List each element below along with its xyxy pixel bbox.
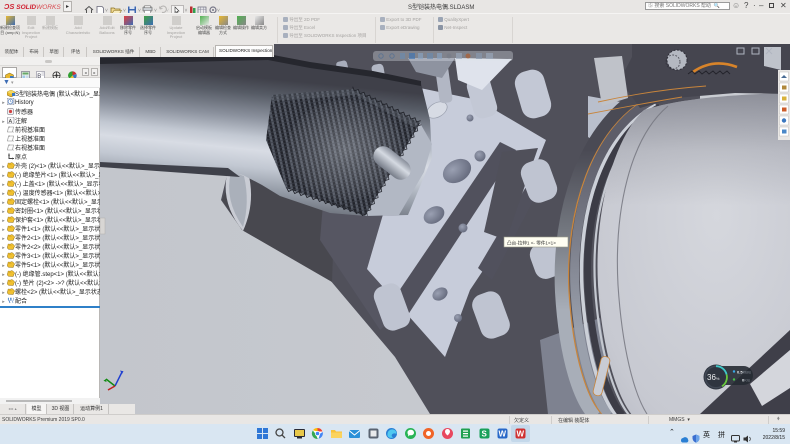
- svg-text:0.5KB/s: 0.5KB/s: [737, 370, 751, 375]
- svg-text:0K/s: 0K/s: [742, 378, 750, 383]
- svg-text:S: S: [482, 430, 488, 439]
- svg-text:W: W: [517, 430, 525, 439]
- svg-text:A: A: [9, 119, 13, 124]
- svg-text:W: W: [499, 430, 507, 439]
- svg-text:凸台-拉伸1 <- 零件1<1>: 凸台-拉伸1 <- 零件1<1>: [507, 239, 556, 246]
